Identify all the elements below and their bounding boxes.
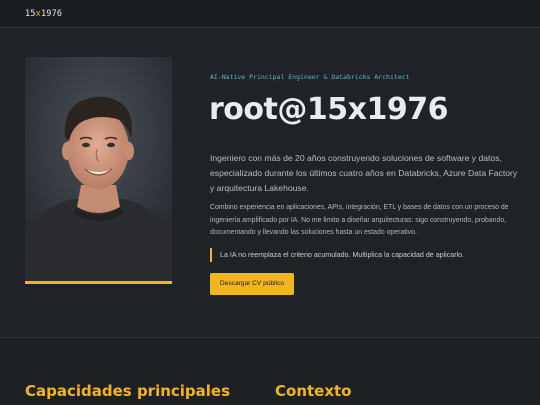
brand-prefix: 15	[25, 9, 36, 19]
top-bar: 15x1976	[0, 0, 540, 28]
detail-paragraph: Combino experiencia en aplicaciones, API…	[210, 204, 509, 237]
capabilities-heading: Capacidades principales	[25, 382, 231, 400]
quote-callout: La IA no reemplaza el criterio acumulado…	[210, 248, 464, 262]
download-cv-button[interactable]: Descargar CV público	[210, 273, 294, 295]
brand-logo[interactable]: 15x1976	[25, 9, 62, 19]
brand-suffix: 1976	[40, 9, 63, 19]
profile-photo	[25, 57, 172, 283]
page-title: root@15x1976	[209, 92, 448, 127]
role-eyebrow: AI-Native Principal Engineer & Databrick…	[210, 73, 410, 81]
context-heading: Contexto	[275, 382, 352, 400]
intro-paragraph: Ingeniero con más de 20 años construyend…	[210, 153, 518, 194]
photo-accent-line	[25, 281, 172, 284]
